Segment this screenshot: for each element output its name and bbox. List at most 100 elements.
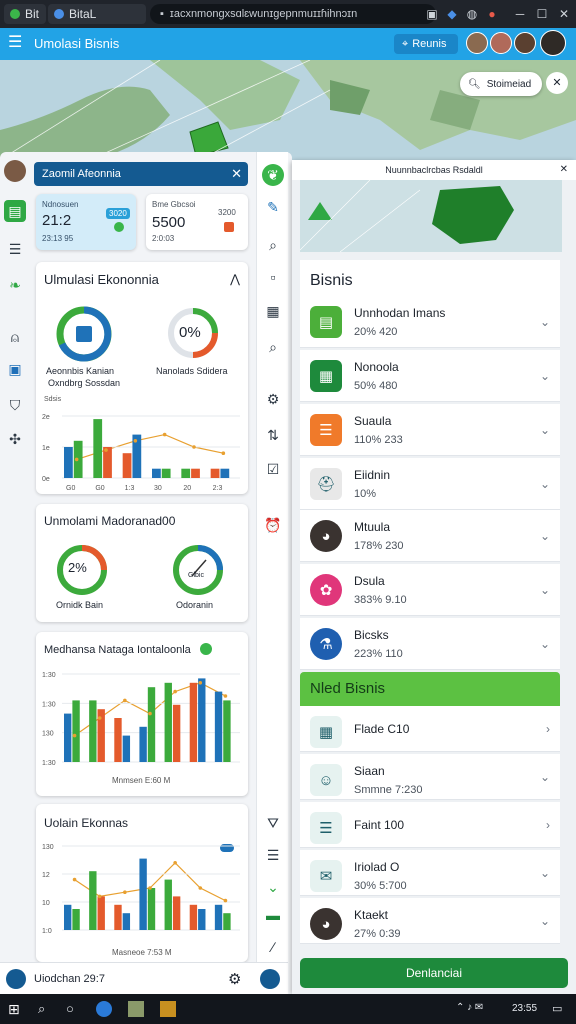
list-item[interactable]: ✿ Dsula 383% 9.10 ⌄	[300, 564, 560, 616]
transfer-icon[interactable]: ⇅	[262, 424, 284, 446]
list-icon[interactable]: ☰	[4, 238, 26, 260]
chevron-down-icon[interactable]: ⌄	[540, 583, 550, 597]
pin-icon[interactable]: ✎	[262, 196, 284, 218]
filter-icon[interactable]: ⛛	[262, 812, 284, 834]
chevron-down-icon[interactable]: ⌄	[540, 770, 550, 784]
browser-tab-2[interactable]: BitaL	[48, 4, 146, 24]
list-item[interactable]: ☰ Faint 100 ›	[300, 802, 560, 848]
search-icon[interactable]: ⌕	[262, 336, 284, 358]
chevron-right-icon[interactable]: ›	[546, 722, 550, 736]
world-map[interactable]: 🔍︎ Stoimeiad ✕	[0, 60, 576, 160]
list-item[interactable]: ☺ Siaan Smmne 7:230 ⌄	[300, 754, 560, 800]
task-view-icon[interactable]: ○	[66, 1001, 82, 1017]
map-search-button[interactable]: 🔍︎ Stoimeiad	[460, 72, 542, 96]
close-window-icon[interactable]: ✕	[556, 6, 572, 22]
chevron-down-icon[interactable]: ⌄	[540, 369, 550, 383]
shield-icon[interactable]: ⛉	[4, 394, 26, 416]
list-item[interactable]: ◕ Ktaekt 27% 0:39 ⌄	[300, 898, 560, 944]
info-icon[interactable]	[200, 643, 212, 655]
clock[interactable]: 23:55	[512, 1003, 537, 1014]
puzzle-icon[interactable]: ✣	[4, 428, 26, 450]
close-icon[interactable]: ✕	[560, 160, 568, 180]
chevron-down-icon[interactable]: ⌄	[262, 876, 284, 898]
bell-icon[interactable]: ⍝	[4, 326, 26, 348]
list-item[interactable]: ◕ Mtuula 178% 230 ⌄	[300, 510, 560, 562]
list-item[interactable]: ▤ Unnhodan Imans 20% 420 ⌄	[300, 296, 560, 348]
hamburger-menu-icon[interactable]: ☰	[8, 35, 22, 51]
primary-action-button[interactable]: Denlanciai	[300, 958, 568, 988]
leaf-icon[interactable]: ❦	[262, 164, 284, 186]
item-name: Iriolad O	[354, 860, 400, 874]
list-item[interactable]: ▦ Flade C10 ›	[300, 706, 560, 752]
tray-icons[interactable]: ⌃ ♪ ✉	[456, 1002, 483, 1013]
alert-icon	[224, 222, 234, 232]
image-icon[interactable]: ▬	[262, 904, 284, 926]
list-item[interactable]: ☰ Suaula 110% 233 ⌄	[300, 404, 560, 456]
list-item[interactable]: ▦ Nonoola 50% 480 ⌄	[300, 350, 560, 402]
chevron-down-icon[interactable]: ⌄	[540, 315, 550, 329]
clipboard-icon[interactable]: ▤	[4, 200, 26, 222]
record-icon[interactable]: ●	[484, 6, 500, 22]
location-button[interactable]: ⌖ Reunis	[394, 34, 458, 54]
profile-icon[interactable]	[260, 969, 280, 989]
stat-badge: 3020	[106, 208, 130, 219]
list-item[interactable]: ⚗ Bicsks 223% 110 ⌄	[300, 618, 560, 670]
close-icon[interactable]: ✕	[231, 166, 242, 182]
folder-icon[interactable]	[160, 1001, 176, 1017]
avatar[interactable]	[540, 30, 566, 56]
list-item[interactable]: ⛑ Eiidnin 10% ⌄	[300, 458, 560, 510]
app-icon[interactable]	[128, 1001, 144, 1017]
avatar[interactable]	[490, 32, 512, 54]
square-icon[interactable]: ▫	[262, 266, 284, 288]
footer-label: Uiodchan 29:7	[34, 973, 105, 985]
line-point	[123, 890, 127, 894]
list-icon[interactable]: ☰	[262, 844, 284, 866]
address-bar[interactable]: ▪ ɪacxnmongxsɑlɛwunɪgepnmuɪɪɦihnɔɪn	[150, 4, 436, 24]
edit-icon[interactable]: ∕	[262, 936, 284, 958]
chevron-down-icon[interactable]: ⌄	[540, 866, 550, 880]
profile-icon[interactable]: ◍	[464, 6, 480, 22]
list-item[interactable]: ✉ Iriolad O 30% 5:700 ⌄	[300, 850, 560, 896]
leaf-icon[interactable]: ❧	[4, 274, 26, 296]
bar	[214, 691, 223, 762]
bar	[97, 896, 105, 930]
chevron-down-icon[interactable]: ⌄	[540, 637, 550, 651]
alarm-icon[interactable]: ⏰	[262, 514, 284, 536]
line-point	[104, 448, 108, 452]
gauge-chart	[173, 545, 223, 595]
donut-sublabel: Oxndbrg Sossdan	[48, 378, 121, 388]
extension-icon[interactable]: ◆	[444, 6, 460, 22]
start-icon[interactable]: ⊞	[8, 1001, 24, 1017]
avatar[interactable]	[4, 160, 26, 182]
item-name: Nonoola	[354, 360, 399, 374]
search-icon[interactable]: ⌕	[38, 1001, 54, 1017]
settings-icon[interactable]: ⚙	[228, 970, 241, 988]
avatar[interactable]	[514, 32, 536, 54]
chevron-down-icon[interactable]: ⌄	[540, 423, 550, 437]
map-close-button[interactable]: ✕	[546, 72, 568, 94]
checkbox-icon[interactable]: ☑	[262, 458, 284, 480]
item-name: Eiidnin	[354, 468, 391, 482]
search-icon[interactable]: ⌕	[262, 234, 284, 256]
chevron-down-icon[interactable]: ⌄	[540, 529, 550, 543]
avatar[interactable]	[466, 32, 488, 54]
collapse-icon[interactable]: ⋀	[230, 272, 240, 286]
chevron-down-icon[interactable]: ⌄	[540, 477, 550, 491]
browser-tab-1[interactable]: Bit	[4, 4, 46, 24]
image-icon[interactable]: ▣	[4, 358, 26, 380]
calendar-icon[interactable]: ▦	[262, 300, 284, 322]
chevron-right-icon[interactable]: ›	[546, 818, 550, 832]
mini-map[interactable]	[300, 180, 562, 252]
maximize-icon[interactable]: ☐	[534, 6, 550, 22]
minimize-icon[interactable]: ─	[512, 6, 528, 22]
stat-card-2[interactable]: Bme Gbcsoi 5500 2:0:03 3200	[146, 194, 248, 250]
bookmark-icon[interactable]: ▣	[424, 6, 440, 22]
user-icon[interactable]	[6, 969, 26, 989]
browser-icon[interactable]	[96, 1001, 112, 1017]
card-title: Medhansa Nataga Iontaloonla	[44, 644, 191, 656]
notification-icon[interactable]: ▭	[552, 1002, 562, 1015]
gear-icon[interactable]: ⚙	[262, 388, 284, 410]
chevron-down-icon[interactable]: ⌄	[540, 914, 550, 928]
item-name: Dsula	[354, 574, 385, 588]
stat-card-1[interactable]: Ndnosuen 21:2 23:13 95 3020	[36, 194, 136, 250]
